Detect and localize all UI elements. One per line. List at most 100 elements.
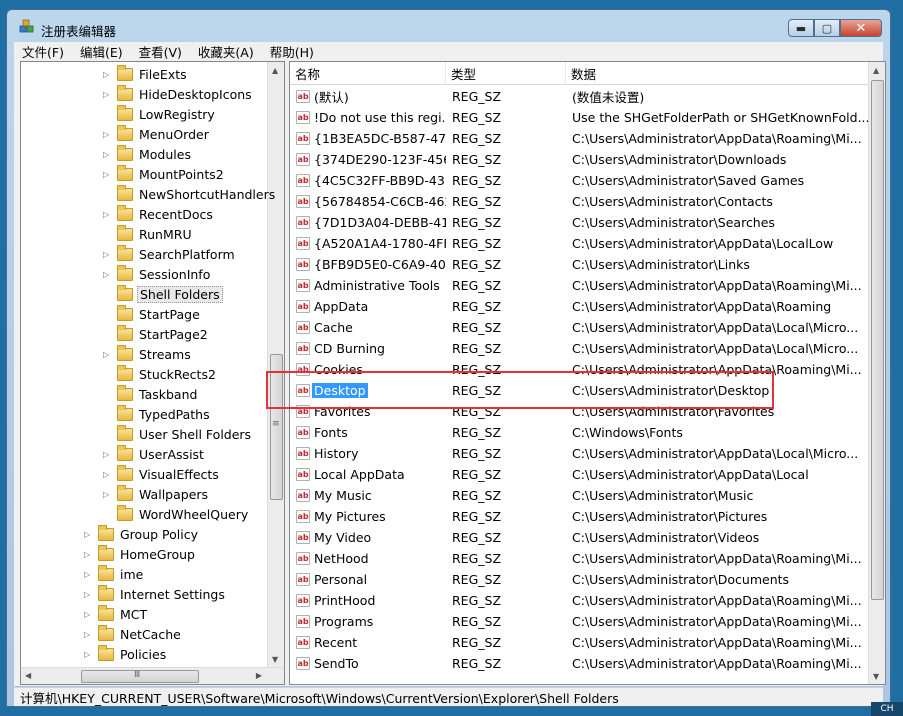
expand-arrow-icon[interactable]: ▷ [84,590,94,599]
list-row[interactable]: ab CD Burning REG_SZ C:\Users\Administrator… [290,338,868,359]
language-indicator[interactable]: CH [871,702,903,716]
tree-item[interactable]: StartPage2 [103,324,210,344]
menu-edit[interactable]: 编辑(E) [72,42,131,61]
tree-item[interactable]: StartPage [103,304,202,324]
menu-view[interactable]: 查看(V) [131,42,190,61]
list-row[interactable]: ab {4C5C32FF-BB9D-43... REG_SZ C:\Users\Adm… [290,170,868,191]
tree-item[interactable]: ▷ Modules [103,144,193,164]
tree-item[interactable]: ▷ ime [84,564,145,584]
tree-item[interactable]: ▷ MCT [84,604,149,624]
tree-item[interactable]: ▷ HomeGroup [84,544,197,564]
list-row[interactable]: ab Programs REG_SZ C:\Users\Administrator\A… [290,611,868,632]
list-row[interactable]: ab {BFB9D5E0-C6A9-40... REG_SZ C:\Users\Adm… [290,254,868,275]
tree-horizontal-scrollbar[interactable]: ◀ Ⅲ ▶ [21,667,284,684]
menu-favorites[interactable]: 收藏夹(A) [190,42,262,61]
tree-item[interactable]: StuckRects2 [103,364,218,384]
list-row[interactable]: ab {7D1D3A04-DEBB-41... REG_SZ C:\Users\Adm… [290,212,868,233]
list-row[interactable]: ab Personal REG_SZ C:\Users\Administrator\D… [290,569,868,590]
tree-item[interactable]: WordWheelQuery [103,504,250,524]
scroll-down-arrow-icon[interactable]: ▼ [272,655,278,664]
expand-arrow-icon[interactable]: ▷ [103,90,113,99]
values-list-pane[interactable]: 名称 类型 数据 ▲ ▼ ab (默认) REG_SZ (数值未设置) ab !Do no… [289,61,886,685]
expand-arrow-icon[interactable]: ▷ [103,170,113,179]
list-row[interactable]: ab Local AppData REG_SZ C:\Users\Administra… [290,464,868,485]
scroll-up-arrow-icon[interactable]: ▲ [272,66,278,75]
list-row[interactable]: ab {374DE290-123F-456... REG_SZ C:\Users\Ad… [290,149,868,170]
expand-arrow-icon[interactable]: ▷ [103,70,113,79]
tree-vertical-scrollbar[interactable]: ▲ ≡ ▼ [267,62,284,667]
list-row[interactable]: ab My Pictures REG_SZ C:\Users\Administrato… [290,506,868,527]
expand-arrow-icon[interactable]: ▷ [103,150,113,159]
list-vertical-scroll-thumb[interactable] [871,80,884,600]
column-header-type[interactable]: 类型 [446,62,566,85]
list-row[interactable]: ab NetHood REG_SZ C:\Users\Administrator\Ap… [290,548,868,569]
expand-arrow-icon[interactable]: ▷ [84,630,94,639]
tree-item[interactable]: LowRegistry [103,104,217,124]
maximize-button[interactable]: ▢ [814,19,840,37]
close-button[interactable]: ✕ [840,19,882,37]
tree-item[interactable]: NewShortcutHandlers [103,184,277,204]
tree-item[interactable]: ▷ Internet Settings [84,584,227,604]
expand-arrow-icon[interactable]: ▷ [84,610,94,619]
list-row[interactable]: ab Cache REG_SZ C:\Users\Administrator\AppD… [290,317,868,338]
scroll-left-arrow-icon[interactable]: ◀ [25,671,31,680]
tree-horizontal-scroll-thumb[interactable]: Ⅲ [81,670,199,683]
list-row[interactable]: ab {A520A1A4-1780-4FF... REG_SZ C:\Users\Ad… [290,233,868,254]
expand-arrow-icon[interactable]: ▷ [103,350,113,359]
tree-item[interactable]: ▷ Group Policy [84,524,200,544]
column-header-data[interactable]: 数据 [566,62,870,85]
list-row[interactable]: ab {1B3EA5DC-B587-47... REG_SZ C:\Users\Adm… [290,128,868,149]
list-row[interactable]: ab Administrative Tools REG_SZ C:\Users\Adm… [290,275,868,296]
tree-item[interactable]: ▷ SessionInfo [103,264,212,284]
expand-arrow-icon[interactable]: ▷ [103,490,113,499]
tree-item[interactable]: ▷ VisualEffects [103,464,221,484]
expand-arrow-icon[interactable]: ▷ [103,250,113,259]
list-row[interactable]: ab (默认) REG_SZ (数值未设置) [290,86,868,107]
tree-item[interactable]: ▷ SearchPlatform [103,244,237,264]
scroll-right-arrow-icon[interactable]: ▶ [256,671,262,680]
list-row[interactable]: ab My Music REG_SZ C:\Users\Administrator\M… [290,485,868,506]
title-bar[interactable]: 注册表编辑器 ▬ ▢ ✕ [7,10,890,42]
tree-item[interactable]: User Shell Folders [103,424,253,444]
list-row[interactable]: ab AppData REG_SZ C:\Users\Administrator\Ap… [290,296,868,317]
tree-item[interactable]: ▷ RecentDocs [103,204,215,224]
list-row[interactable]: ab Recent REG_SZ C:\Users\Administrator\App… [290,632,868,653]
expand-arrow-icon[interactable]: ▷ [103,450,113,459]
tree-item[interactable]: Taskband [103,384,199,404]
expand-arrow-icon[interactable]: ▷ [84,530,94,539]
list-vertical-scrollbar[interactable]: ▲ ▼ [868,62,885,684]
expand-arrow-icon[interactable]: ▷ [103,470,113,479]
tree-item[interactable]: TypedPaths [103,404,212,424]
expand-arrow-icon[interactable]: ▷ [103,130,113,139]
minimize-button[interactable]: ▬ [788,19,814,37]
tree-item[interactable]: ▷ Policies [84,644,168,664]
menu-help[interactable]: 帮助(H) [262,42,322,61]
tree-item[interactable]: RunMRU [103,224,194,244]
list-row[interactable]: ab !Do not use this regi... REG_SZ Use the … [290,107,870,128]
tree-item[interactable]: ▷ FileExts [103,64,189,84]
expand-arrow-icon[interactable]: ▷ [84,570,94,579]
expand-arrow-icon[interactable]: ▷ [103,210,113,219]
expand-arrow-icon[interactable]: ▷ [103,270,113,279]
scroll-down-arrow-icon[interactable]: ▼ [873,672,879,681]
list-row[interactable]: ab Favorites REG_SZ C:\Users\Administrator\… [290,401,868,422]
tree-item[interactable]: ▷ MenuOrder [103,124,211,144]
tree-item[interactable]: ▷ Wallpapers [103,484,210,504]
tree-item[interactable]: ▷ Streams [103,344,193,364]
tree-item[interactable]: ▷ HideDesktopIcons [103,84,254,104]
list-row[interactable]: ab Desktop REG_SZ C:\Users\Administrator\De… [290,380,868,401]
list-row[interactable]: ab SendTo REG_SZ C:\Users\Administrator\App… [290,653,868,674]
list-row[interactable]: ab My Video REG_SZ C:\Users\Administrator\V… [290,527,868,548]
key-tree-pane[interactable]: ▲ ≡ ▼ ◀ Ⅲ ▶ ▷ FileExts ▷ HideDesktopIcons Lo… [20,61,285,685]
list-row[interactable]: ab {56784854-C6CB-462... REG_SZ C:\Users\Ad… [290,191,868,212]
menu-file[interactable]: 文件(F) [14,42,72,61]
list-row[interactable]: ab Cookies REG_SZ C:\Users\Administrator\Ap… [290,359,868,380]
tree-item[interactable]: ▷ UserAssist [103,444,206,464]
tree-vertical-scroll-thumb[interactable]: ≡ [270,354,283,500]
expand-arrow-icon[interactable]: ▷ [84,550,94,559]
column-header-name[interactable]: 名称 [290,62,446,85]
scroll-up-arrow-icon[interactable]: ▲ [873,66,879,75]
list-row[interactable]: ab History REG_SZ C:\Users\Administrator\Ap… [290,443,868,464]
tree-item[interactable]: ▷ MountPoints2 [103,164,226,184]
tree-item[interactable]: ▷ NetCache [84,624,183,644]
